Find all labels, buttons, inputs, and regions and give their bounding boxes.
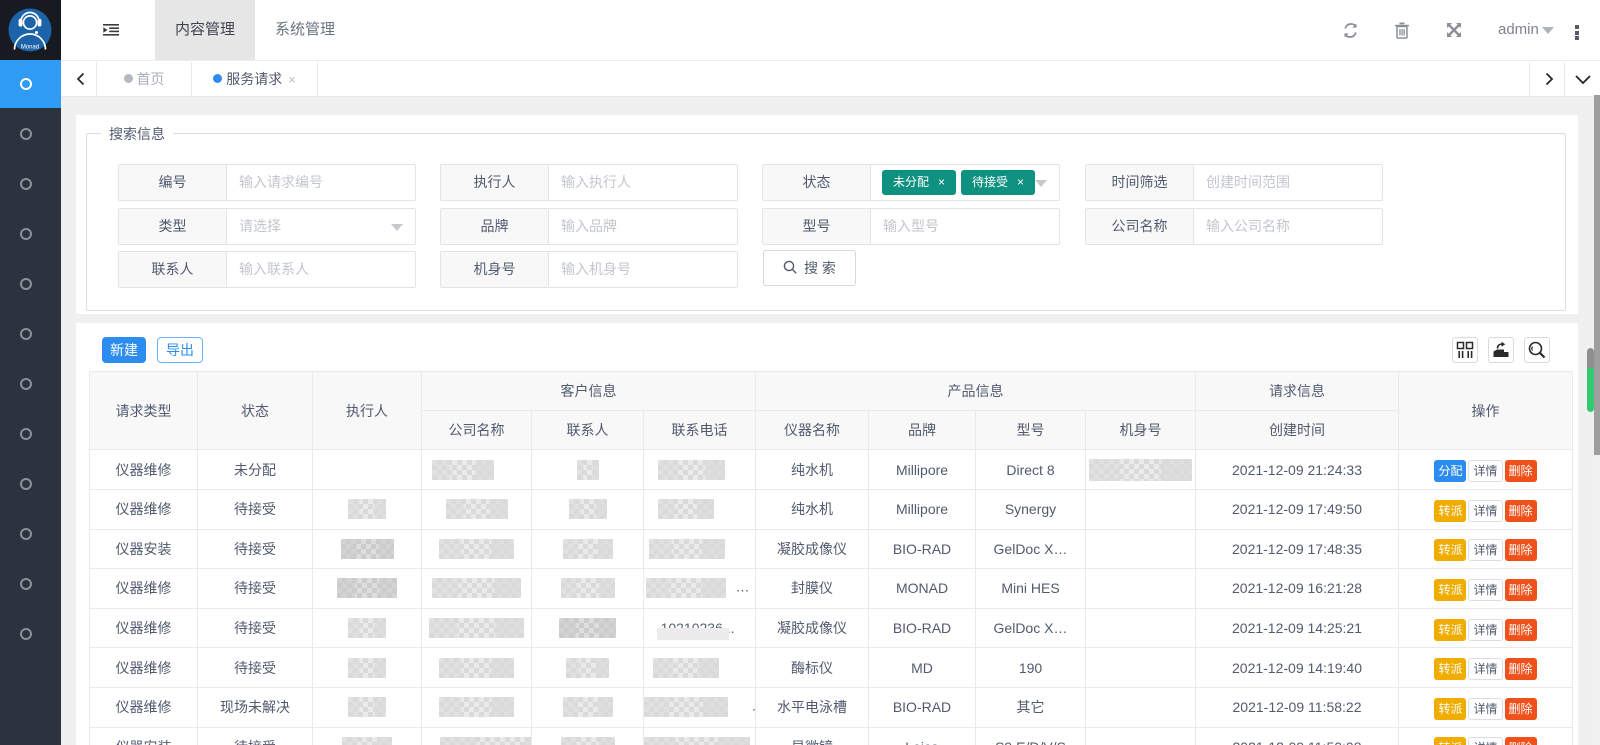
- svg-text:Monad: Monad: [21, 45, 39, 51]
